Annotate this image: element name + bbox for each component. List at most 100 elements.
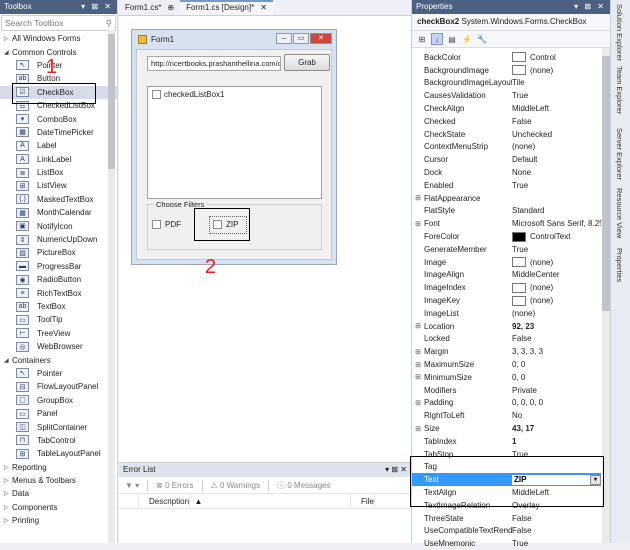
property-value[interactable]: ControlText — [512, 231, 601, 242]
toolbox-item[interactable]: ▦ DateTimePicker — [0, 126, 117, 139]
property-row[interactable]: BackgroundImage (none) — [412, 64, 601, 77]
minimize-icon[interactable]: – — [276, 33, 292, 44]
property-row[interactable]: ⊞ Location 92, 23 — [412, 320, 601, 333]
property-row[interactable]: Locked False — [412, 333, 601, 346]
events-icon[interactable]: ⚡ — [461, 33, 473, 45]
property-value[interactable]: 1 — [512, 437, 601, 446]
property-row[interactable]: Cursor Default — [412, 153, 601, 166]
toolbox-item[interactable]: ≣ ListBox — [0, 166, 117, 179]
toolbox-search-input[interactable]: Search Toolbox ⚲ — [1, 15, 116, 31]
toolbox-item[interactable]: ab TextBox — [0, 300, 117, 313]
filter-dropdown[interactable]: ▼ ▾ — [125, 481, 139, 490]
property-value[interactable]: False — [512, 334, 601, 343]
property-row[interactable]: CausesValidation True — [412, 89, 601, 102]
property-value[interactable]: True — [512, 539, 601, 548]
properties-window-buttons[interactable]: ▾ ⊠ ✕ — [574, 2, 606, 12]
toolbox-item[interactable]: ◉ RadioButton — [0, 273, 117, 286]
toolbox-item[interactable]: ⇕ NumericUpDown — [0, 233, 117, 246]
property-value[interactable]: 43, 17 — [512, 424, 601, 433]
property-value[interactable]: (none) — [512, 65, 601, 76]
property-row[interactable]: BackColor Control — [412, 51, 601, 64]
toolbox-window-buttons[interactable]: ▾ ⊠ ✕ — [81, 2, 113, 12]
toolbox-item[interactable]: ⊞ TableLayoutPanel — [0, 447, 117, 460]
toolbox-item[interactable]: ▣ NotifyIcon — [0, 219, 117, 232]
tab-form1-cs[interactable]: Form1.cs* ⊕ — [119, 0, 180, 15]
property-value[interactable]: Unchecked — [512, 130, 601, 139]
property-value[interactable]: False — [512, 526, 601, 535]
property-row[interactable]: ImageList (none) — [412, 307, 601, 320]
property-row[interactable]: Image (none) — [412, 256, 601, 269]
property-row[interactable]: TabIndex 1 — [412, 435, 601, 448]
url-textbox[interactable]: http://ncertbooks.prashanthellina.com/c — [147, 56, 281, 71]
grab-button[interactable]: Grab — [284, 54, 330, 71]
close-icon[interactable]: ✕ — [260, 3, 267, 12]
property-value[interactable]: 92, 23 — [512, 322, 601, 331]
toolbox-item[interactable]: A LinkLabel — [0, 153, 117, 166]
object-selector[interactable]: checkBox2 System.Windows.Forms.CheckBox — [412, 14, 610, 31]
property-row[interactable]: Checked False — [412, 115, 601, 128]
property-value[interactable]: True — [512, 245, 601, 254]
errors-filter-button[interactable]: ⊗ 0 Errors — [156, 481, 193, 490]
close-icon[interactable]: ✕ — [310, 33, 332, 44]
property-value[interactable]: No — [512, 411, 601, 420]
toolbox-item[interactable]: ▬ ProgressBar — [0, 260, 117, 273]
categorized-icon[interactable]: ⊞ — [416, 33, 428, 45]
toolbox-item[interactable]: ▨ PictureBox — [0, 246, 117, 259]
property-value[interactable]: (none) — [512, 257, 601, 268]
property-row[interactable]: GenerateMember True — [412, 243, 601, 256]
toolbox-item[interactable]: ↖ Pointer — [0, 59, 117, 72]
property-value[interactable]: 3, 3, 3, 3 — [512, 347, 601, 356]
maximize-icon[interactable]: ▭ — [293, 33, 309, 44]
property-value[interactable]: True — [512, 91, 601, 100]
property-value[interactable]: (none) — [512, 142, 601, 151]
expand-icon[interactable]: ⊞ — [412, 399, 424, 407]
toolbox-item[interactable]: ▭ Panel — [0, 407, 117, 420]
property-value[interactable]: MiddleCenter — [512, 270, 601, 279]
property-row[interactable]: Dock None — [412, 166, 601, 179]
checked-list-box[interactable]: checkedListBox1 — [147, 86, 322, 199]
side-tab[interactable]: Server Explorer — [615, 128, 624, 180]
property-pages-icon[interactable]: 🔧 — [476, 33, 488, 45]
toolbox-item[interactable]: ⊢ TreeView — [0, 327, 117, 340]
expand-icon[interactable]: ⊞ — [412, 361, 424, 369]
property-row[interactable]: ⊞ MaximumSize 0, 0 — [412, 358, 601, 371]
property-row[interactable]: CheckState Unchecked — [412, 128, 601, 141]
side-tab[interactable]: Resource View — [615, 188, 624, 238]
column-description[interactable]: Description ▲ — [139, 493, 351, 509]
property-row[interactable]: ContextMenuStrip (none) — [412, 141, 601, 154]
messages-filter-button[interactable]: ⓘ 0 Messages — [277, 480, 330, 491]
property-row[interactable]: ThreeState False — [412, 512, 601, 525]
property-row[interactable]: ImageIndex (none) — [412, 281, 601, 294]
property-row[interactable]: Modifiers Private — [412, 384, 601, 397]
toolbox-item[interactable]: ▾ ComboBox — [0, 112, 117, 125]
property-row[interactable]: ⊞ MinimumSize 0, 0 — [412, 371, 601, 384]
property-value[interactable]: Private — [512, 386, 601, 395]
toolbox-group[interactable]: ▷ Reporting — [0, 461, 117, 474]
property-value[interactable]: 0, 0 — [512, 373, 601, 382]
toolbox-group[interactable]: ▷ Printing — [0, 514, 117, 527]
toolbox-item[interactable]: ↖ Pointer — [0, 367, 117, 380]
property-row[interactable]: RightToLeft No — [412, 409, 601, 422]
side-tab[interactable]: Solution Explorer — [615, 4, 624, 61]
property-value[interactable]: (none) — [512, 309, 601, 318]
property-value[interactable]: Microsoft Sans Serif, 8.25 — [512, 219, 601, 228]
toolbox-item[interactable]: A Label — [0, 139, 117, 152]
property-row[interactable]: ForeColor ControlText — [412, 230, 601, 243]
property-row[interactable]: ⊞ FlatAppearance — [412, 192, 601, 205]
property-row[interactable]: CheckAlign MiddleLeft — [412, 102, 601, 115]
toolbox-item[interactable]: ▢ GroupBox — [0, 394, 117, 407]
property-value[interactable]: (none) — [512, 282, 601, 293]
side-tab[interactable]: Properties — [615, 248, 624, 282]
pdf-checkbox[interactable]: PDF — [152, 220, 181, 229]
toolbox-scrollbar[interactable] — [108, 30, 115, 543]
column-file[interactable]: File — [351, 493, 409, 509]
property-value[interactable]: 0, 0 — [512, 360, 601, 369]
property-value[interactable]: Tile — [512, 78, 601, 87]
toolbox-item[interactable]: ⊓ TabControl — [0, 434, 117, 447]
property-value[interactable]: False — [512, 514, 601, 523]
toolbox-item[interactable]: ≡ RichTextBox — [0, 286, 117, 299]
toolbox-item[interactable]: ◎ WebBrowser — [0, 340, 117, 353]
property-value[interactable]: 0, 0, 0, 0 — [512, 398, 601, 407]
property-value[interactable]: Standard — [512, 206, 601, 215]
alphabetical-icon[interactable]: ↓ — [431, 33, 443, 45]
